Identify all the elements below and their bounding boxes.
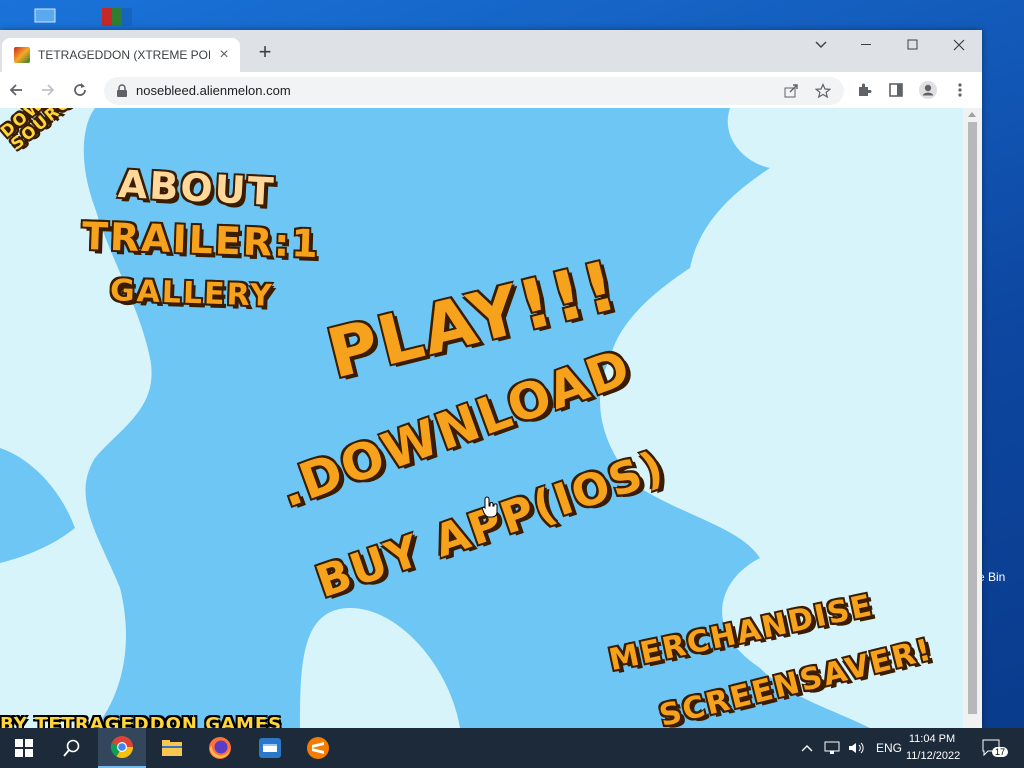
forward-button[interactable]	[36, 78, 60, 102]
computer-icon[interactable]	[34, 8, 56, 26]
page-scrollbar[interactable]	[963, 108, 982, 728]
recycle-bin-label[interactable]: e Bin	[978, 570, 1005, 584]
notification-count-badge: 17	[992, 747, 1009, 757]
extensions-icon[interactable]	[852, 78, 876, 102]
trailer-link[interactable]: TRAILER:1	[81, 214, 320, 266]
close-window-button[interactable]	[936, 30, 982, 60]
page-viewport: DOWNLOAD SOURCE ABOUT TRAILER:1 GALLERY …	[0, 108, 963, 728]
tab-strip: TETRAGEDDON (XTREME POLYG × +	[0, 30, 982, 72]
chrome-taskbar-icon[interactable]	[98, 728, 146, 768]
search-icon[interactable]	[48, 728, 96, 768]
site-favicon-icon	[14, 47, 30, 63]
back-button[interactable]	[4, 78, 28, 102]
tab-title: TETRAGEDDON (XTREME POLYG	[38, 48, 210, 62]
firefox-icon[interactable]	[196, 728, 244, 768]
menu-kebab-icon[interactable]	[948, 78, 972, 102]
hand-cursor-icon	[481, 496, 498, 523]
clock-date: 11/12/2022	[906, 750, 961, 762]
share-icon[interactable]	[782, 82, 800, 100]
start-button[interactable]	[0, 728, 48, 768]
taskbar-clock[interactable]: 11:04 PM 11/12/2022	[906, 731, 961, 765]
notification-center-icon[interactable]: 17	[982, 728, 1009, 768]
bookmark-star-icon[interactable]	[814, 82, 832, 100]
tab-tetrageddon[interactable]: TETRAGEDDON (XTREME POLYG ×	[2, 38, 240, 72]
app-store-icon[interactable]	[246, 728, 294, 768]
scroll-up-arrow-icon[interactable]	[968, 112, 976, 117]
maximize-button[interactable]	[890, 30, 936, 60]
language-indicator[interactable]: ENG	[876, 728, 902, 768]
gallery-label: GALLERY	[109, 273, 275, 314]
winrar-icon[interactable]	[100, 6, 132, 26]
profile-avatar-icon[interactable]	[916, 78, 940, 102]
about-link[interactable]: ABOUT	[117, 162, 277, 214]
browser-toolbar: nosebleed.alienmelon.com	[0, 72, 982, 109]
sublime-text-icon[interactable]	[294, 728, 342, 768]
minimize-button[interactable]	[844, 30, 890, 60]
tab-search-button[interactable]	[798, 30, 844, 60]
scroll-thumb[interactable]	[968, 122, 977, 714]
browser-window: TETRAGEDDON (XTREME POLYG × +	[0, 30, 982, 728]
gallery-link[interactable]: GALLERY	[109, 273, 274, 314]
reload-button[interactable]	[68, 78, 92, 102]
about-label: ABOUT	[116, 161, 277, 215]
address-bar[interactable]: nosebleed.alienmelon.com	[104, 77, 844, 105]
lock-icon[interactable]	[116, 84, 128, 103]
url-text[interactable]: nosebleed.alienmelon.com	[136, 83, 291, 98]
new-tab-button[interactable]: +	[254, 41, 276, 64]
network-icon[interactable]	[824, 728, 842, 768]
file-explorer-icon[interactable]	[148, 728, 196, 768]
tab-close-icon[interactable]: ×	[216, 46, 232, 64]
trailer-label: TRAILER:1	[81, 213, 321, 267]
clock-time: 11:04 PM	[908, 733, 956, 745]
taskbar: ENG 11:04 PM 11/12/2022 17	[0, 728, 1024, 768]
side-panel-icon[interactable]	[884, 78, 908, 102]
volume-icon[interactable]	[848, 728, 866, 768]
show-hidden-icons-icon[interactable]	[800, 728, 814, 768]
